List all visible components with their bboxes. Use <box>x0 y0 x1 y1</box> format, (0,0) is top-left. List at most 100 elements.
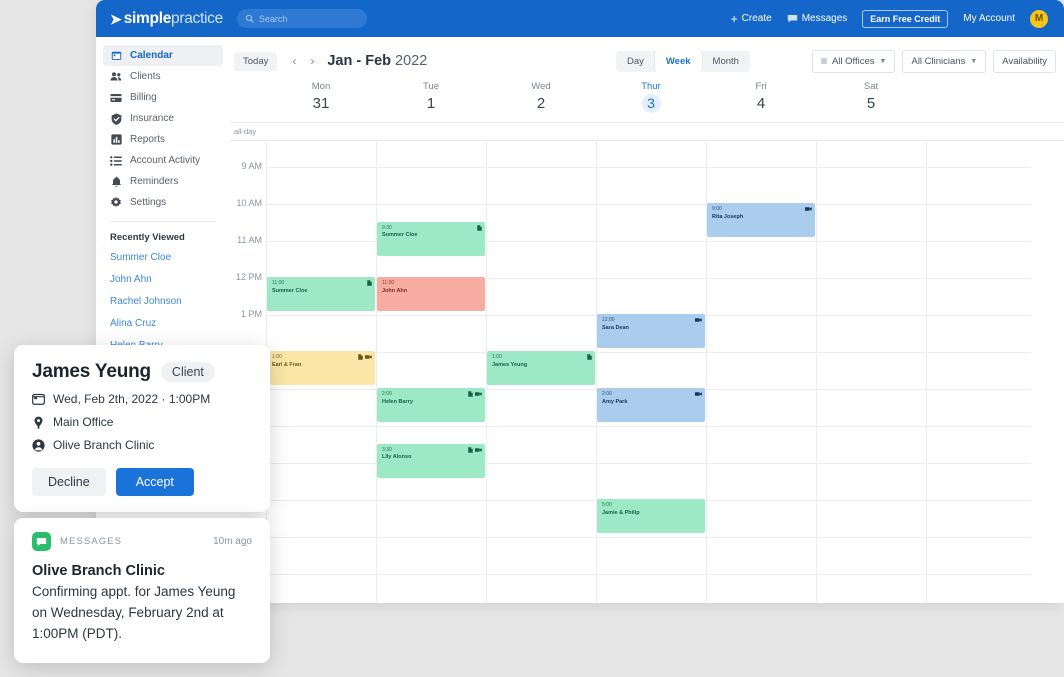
day-header-thur[interactable]: Thur 3 <box>596 81 706 113</box>
offices-filter-label: All Offices <box>831 55 875 67</box>
time-label: 1 PM <box>240 309 262 319</box>
event-client-name: Jamie & Philip <box>602 509 640 516</box>
event-time: 5:00 <box>602 502 612 508</box>
day-header-mon[interactable]: Mon 31 <box>266 81 376 112</box>
recent-item-summer-cloe[interactable]: Summer Cloe <box>110 247 216 269</box>
message-card-header: MESSAGES 10m ago <box>32 532 252 551</box>
avatar[interactable]: M <box>1030 9 1048 28</box>
logo-text-bold: simple <box>123 9 172 27</box>
event-icons <box>587 354 592 360</box>
hour-gridline <box>266 167 1031 168</box>
calendar-event[interactable]: 11:00 John Ahn <box>377 277 485 311</box>
event-icons <box>695 391 702 397</box>
appointment-actions: Decline Accept <box>32 468 252 496</box>
day-weekday: Wed <box>531 81 551 92</box>
event-client-name: Amy Park <box>602 398 628 405</box>
appointment-datetime-row: Wed, Feb 2th, 2022 · 1:00PM <box>32 392 252 406</box>
client-name: James Yeung <box>32 361 151 382</box>
calendar-icon <box>110 50 122 62</box>
day-headers: Mon 31 Tue 1 Wed 2 Thur 3 Fri 4 Sat 5 <box>230 79 1064 125</box>
sidebar-item-insurance[interactable]: Insurance <box>103 108 223 129</box>
day-header-wed[interactable]: Wed 2 <box>486 81 596 112</box>
message-title: Olive Branch Clinic <box>32 563 165 579</box>
day-weekday: Sat <box>863 81 879 92</box>
message-notification-card[interactable]: MESSAGES 10m ago Olive Branch Clinic Con… <box>14 518 270 663</box>
calendar-event[interactable]: 11:00 Summer Cloe <box>267 277 375 311</box>
event-time: 2:00 <box>382 391 392 397</box>
calendar-toolbar: Today ‹ › Jan - Feb 2022 Day Week Month … <box>230 45 1064 77</box>
sidebar-item-billing[interactable]: Billing <box>103 87 223 108</box>
sidebar-item-calendar[interactable]: Calendar <box>103 45 223 66</box>
calendar-event[interactable]: 1:00 Earl & Fran <box>267 351 375 385</box>
sidebar-item-reminders[interactable]: Reminders <box>103 171 223 192</box>
sidebar-divider <box>110 221 216 222</box>
day-header-sat[interactable]: Sat 5 <box>816 81 926 112</box>
event-time: 12:00 <box>602 317 615 323</box>
day-gridline <box>596 141 597 603</box>
messages-button[interactable]: Messages <box>787 13 847 24</box>
appointment-clinic: Olive Branch Clinic <box>53 438 155 452</box>
title-months: Jan - Feb <box>327 53 392 69</box>
earn-free-credit-button[interactable]: Earn Free Credit <box>862 9 949 28</box>
calendar-event[interactable]: 5:00 Jamie & Philip <box>597 499 705 533</box>
tab-month[interactable]: Month <box>702 51 750 72</box>
calendar-event[interactable]: 9:00 Rita Joseph <box>707 203 815 237</box>
nav-right-group: + Create Messages Earn Free Credit My Ac… <box>731 9 1048 28</box>
recent-item-john-ahn[interactable]: John Ahn <box>110 269 216 291</box>
calendar-event[interactable]: 2:00 Helen Barry <box>377 388 485 422</box>
accept-button[interactable]: Accept <box>115 468 194 496</box>
search-input[interactable]: Search <box>236 9 367 28</box>
my-account-button[interactable]: My Account <box>963 13 1015 24</box>
calendar-icon <box>32 393 45 405</box>
day-gridline <box>376 141 377 603</box>
calendar-event[interactable]: 2:00 Amy Park <box>597 388 705 422</box>
calendar-grid[interactable]: 9 AM 10 AM 11 AM 12 PM 1 PM 9:30 Summer Cloe 11… <box>230 141 1064 603</box>
sidebar-item-label: Calendar <box>130 50 173 61</box>
recently-viewed-heading: Recently Viewed <box>110 232 185 243</box>
all-day-label: all-day <box>234 127 257 136</box>
event-time: 11:00 <box>272 280 285 286</box>
shield-check-icon <box>110 113 122 125</box>
time-label: 11 AM <box>237 235 262 245</box>
gear-icon <box>110 196 122 209</box>
sidebar-item-reports[interactable]: Reports <box>103 129 223 150</box>
appointment-datetime: Wed, Feb 2th, 2022 · 1:00PM <box>53 392 211 406</box>
document-icon <box>477 224 482 231</box>
event-icons <box>805 206 812 212</box>
day-header-tue[interactable]: Tue 1 <box>376 81 486 112</box>
sidebar-item-clients[interactable]: Clients <box>103 66 223 87</box>
day-number: 3 <box>641 94 661 113</box>
calendar-event[interactable]: 3:30 Lily Alonso <box>377 443 485 478</box>
tab-week[interactable]: Week <box>654 50 702 72</box>
video-icon <box>475 447 482 452</box>
previous-week-button[interactable]: ‹ <box>285 54 303 68</box>
document-icon <box>367 280 372 286</box>
appointment-clinic-row: Olive Branch Clinic <box>32 438 252 452</box>
sidebar-item-label: Insurance <box>130 113 174 124</box>
event-time: 2:00 <box>602 391 612 397</box>
day-number: 1 <box>426 95 436 112</box>
day-header-fri[interactable]: Fri 4 <box>706 81 816 112</box>
sidebar-item-label: Reminders <box>130 176 179 187</box>
create-label: Create <box>741 13 772 24</box>
calendar-event[interactable]: 12:00 Sara Dean <box>597 314 705 348</box>
calendar-panel: Today ‹ › Jan - Feb 2022 Day Week Month … <box>230 37 1064 603</box>
clinicians-filter-dropdown[interactable]: All Clinicians ▼ <box>902 49 987 73</box>
appointment-location-row: Main Office <box>32 415 252 429</box>
simplepractice-logo[interactable]: ➤ simplepractice <box>110 10 223 28</box>
decline-button[interactable]: Decline <box>32 468 106 496</box>
recent-item-alina-cruz[interactable]: Alina Cruz <box>110 313 216 335</box>
offices-filter-dropdown[interactable]: All Offices ▼ <box>811 49 896 73</box>
tab-day[interactable]: Day <box>616 51 655 72</box>
availability-button[interactable]: Availability <box>993 49 1056 73</box>
all-day-row[interactable]: all-day <box>230 122 1064 141</box>
calendar-event[interactable]: 9:30 Summer Cloe <box>377 221 485 256</box>
next-week-button[interactable]: › <box>303 54 321 68</box>
event-icons <box>367 280 372 286</box>
create-button[interactable]: + Create <box>731 13 772 25</box>
calendar-event[interactable]: 1:00 James Yeung <box>487 351 595 385</box>
sidebar-item-settings[interactable]: Settings <box>103 192 223 213</box>
sidebar-item-account-activity[interactable]: Account Activity <box>103 150 223 171</box>
today-button[interactable]: Today <box>234 51 278 71</box>
recent-item-rachel-johnson[interactable]: Rachel Johnson <box>110 291 216 313</box>
